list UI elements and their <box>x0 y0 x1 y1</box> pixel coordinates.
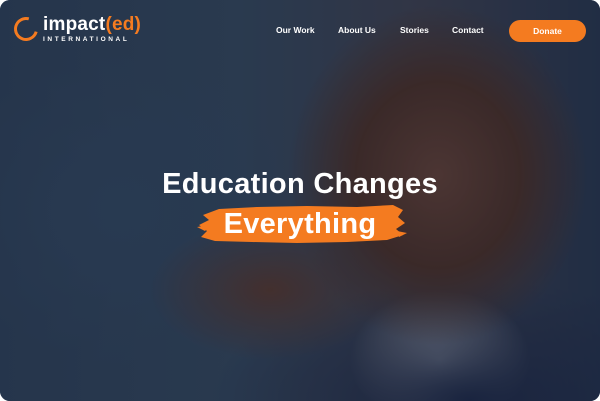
donate-button[interactable]: Donate <box>509 20 586 42</box>
logo-name-accent: (ed) <box>105 14 142 35</box>
hero-headline-accent: Everything <box>223 208 377 240</box>
nav-our-work[interactable]: Our Work <box>276 25 315 35</box>
logo[interactable]: impact(ed) INTERNATIONAL <box>9 12 141 46</box>
site-header: impact(ed) INTERNATIONAL Our Work About … <box>0 0 600 62</box>
logo-ring-icon <box>9 12 43 46</box>
page-frame: impact(ed) INTERNATIONAL Our Work About … <box>0 0 600 401</box>
logo-text: impact(ed) INTERNATIONAL <box>43 15 141 44</box>
logo-wordmark: impact(ed) <box>43 15 141 34</box>
logo-subtitle: INTERNATIONAL <box>43 36 130 43</box>
logo-name-main: impact <box>43 14 106 35</box>
nav-stories[interactable]: Stories <box>400 25 429 35</box>
nav-contact[interactable]: Contact <box>452 25 484 35</box>
hero-headline: Education Changes <box>162 168 438 200</box>
nav-about-us[interactable]: About Us <box>338 25 376 35</box>
